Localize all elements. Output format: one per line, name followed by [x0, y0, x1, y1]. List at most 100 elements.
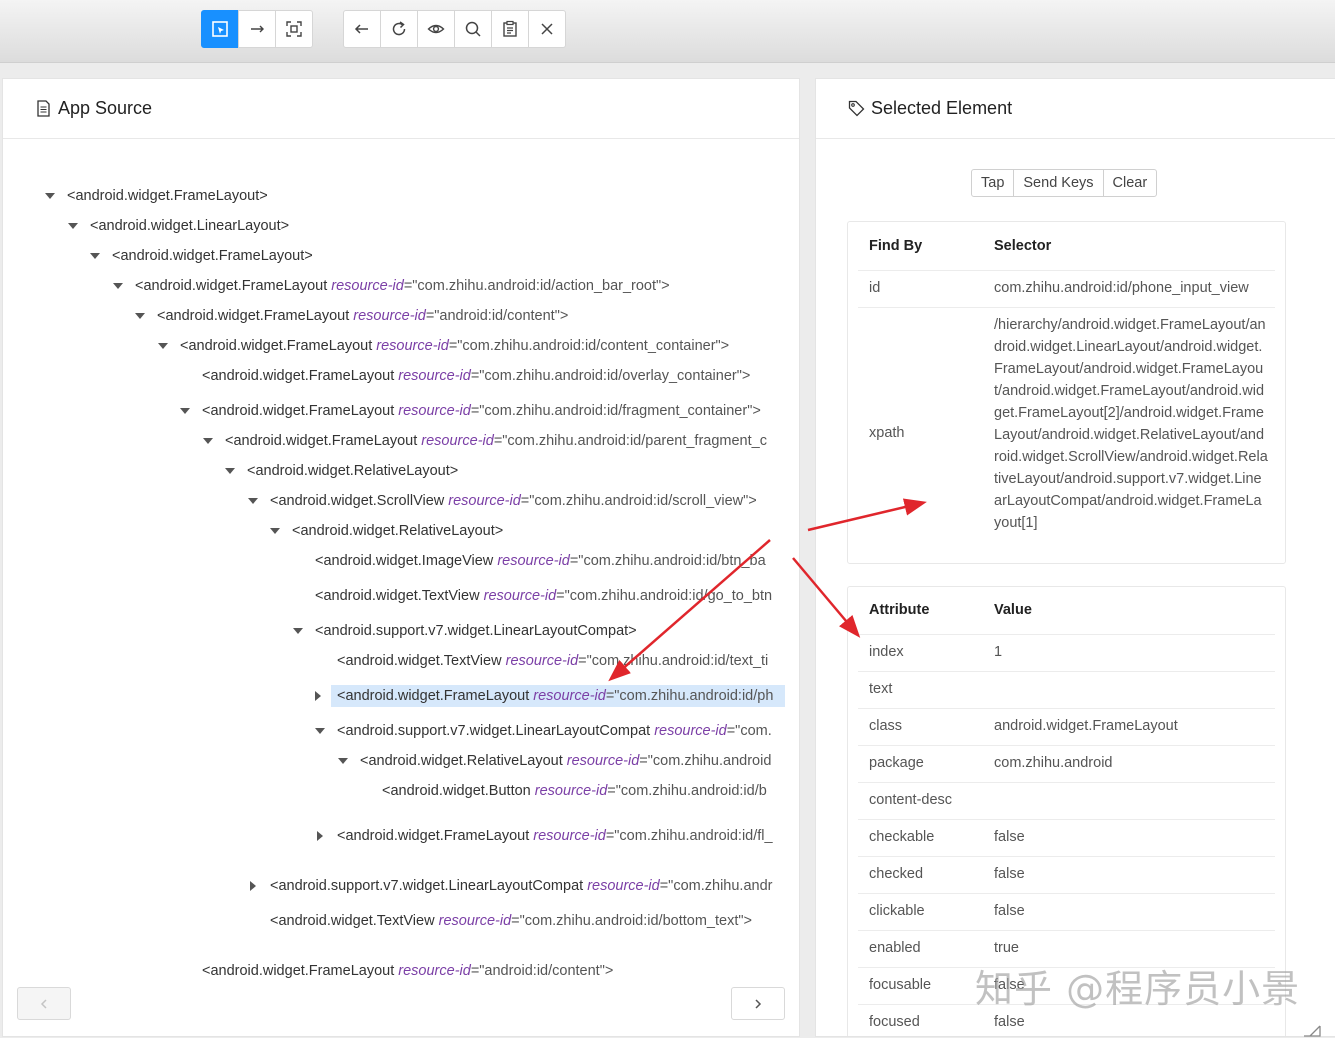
selector-row-xpath[interactable]: xpath /hierarchy/android.widget.FrameLay…	[858, 307, 1275, 557]
caret-down-icon[interactable]	[68, 215, 78, 237]
tree-node[interactable]: <android.widget.LinearLayout>	[68, 215, 290, 237]
copy-source-button[interactable]	[491, 10, 529, 48]
node-attr-name: resource-id	[566, 753, 640, 769]
node-tag: <android.widget.LinearLayout>	[90, 218, 290, 234]
tree-node[interactable]: <android.support.v7.widget.LinearLayoutC…	[315, 720, 772, 742]
clipboard-icon	[503, 20, 517, 37]
selector-row-id[interactable]: id com.zhihu.android:id/phone_input_view	[858, 270, 1275, 308]
caret-down-icon[interactable]	[135, 305, 145, 327]
quit-session-button[interactable]	[528, 10, 566, 48]
attribute-key: checkable	[869, 829, 935, 845]
close-icon	[541, 23, 553, 35]
node-tag: <android.widget.FrameLayout	[157, 308, 354, 324]
caret-right-icon[interactable]	[248, 875, 258, 897]
node-tag: <android.widget.FrameLayout	[202, 963, 399, 979]
node-tag: <android.widget.RelativeLayout>	[292, 523, 504, 539]
node-tag: <android.widget.TextView	[270, 913, 439, 929]
attribute-row-checked: checked false	[858, 856, 1275, 894]
attribute-key: text	[869, 681, 893, 697]
caret-down-icon[interactable]	[315, 720, 325, 742]
node-attr-value: ="com.zhihu.android:id/b	[607, 783, 767, 799]
tree-node[interactable]: <android.widget.FrameLayout resource-id=…	[158, 335, 730, 357]
node-attr-name: resource-id	[398, 963, 471, 979]
selector-value: com.zhihu.android:id/phone_input_view	[994, 280, 1249, 296]
caret-down-icon[interactable]	[225, 460, 235, 482]
tree-node[interactable]: <android.widget.FrameLayout resource-id=…	[180, 400, 761, 422]
tree-node[interactable]: <android.widget.TextView resource-id="co…	[270, 910, 752, 932]
chevron-right-icon	[755, 998, 762, 1009]
xpath-value: /hierarchy/android.widget.FrameLayout/an…	[994, 317, 1268, 531]
selected-element-title: Selected Element	[871, 98, 1013, 118]
selector-key: xpath	[869, 425, 905, 441]
node-attr-name: resource-id	[421, 433, 494, 449]
attribute-key: enabled	[869, 940, 921, 956]
node-attr-name: resource-id	[448, 493, 521, 509]
caret-down-icon[interactable]	[90, 245, 100, 267]
tree-node[interactable]: <android.widget.FrameLayout resource-id=…	[317, 825, 773, 847]
swipe-button[interactable]	[238, 10, 276, 48]
tree-node[interactable]: <android.support.v7.widget.LinearLayoutC…	[293, 620, 637, 642]
attribute-key: focusable	[869, 977, 932, 993]
node-tag: <android.widget.FrameLayout	[337, 688, 534, 704]
tree-node-selected[interactable]: <android.widget.FrameLayout resource-id=…	[315, 685, 785, 707]
attribute-row-index: index 1	[858, 634, 1275, 672]
tree-node[interactable]: <android.widget.RelativeLayout resource-…	[338, 750, 771, 772]
tree-node[interactable]: <android.support.v7.widget.LinearLayoutC…	[250, 875, 772, 897]
tree-node[interactable]: <android.widget.RelativeLayout>	[270, 520, 504, 542]
node-tag: <android.widget.FrameLayout>	[67, 188, 268, 204]
tap-button[interactable]: Tap	[971, 169, 1015, 197]
back-button[interactable]	[343, 10, 381, 48]
tree-node[interactable]: <android.widget.FrameLayout resource-id=…	[202, 960, 613, 979]
attribute-key: focused	[869, 1014, 920, 1030]
node-tag: <android.widget.TextView	[337, 653, 506, 669]
tree-node[interactable]: <android.widget.TextView resource-id="co…	[337, 650, 768, 672]
tree-node[interactable]: <android.widget.ImageView resource-id="c…	[315, 550, 766, 572]
caret-down-icon[interactable]	[293, 620, 303, 642]
node-attr-name: resource-id	[533, 688, 606, 704]
attribute-value: false	[994, 903, 1025, 919]
tree-node[interactable]: <android.widget.Button resource-id="com.…	[382, 780, 767, 802]
tree-node[interactable]: <android.widget.FrameLayout>	[45, 185, 268, 207]
caret-down-icon[interactable]	[270, 520, 280, 542]
select-element-button[interactable]	[201, 10, 239, 48]
send-keys-button[interactable]: Send Keys	[1013, 169, 1104, 197]
tree-node[interactable]: <android.widget.TextView resource-id="co…	[315, 585, 772, 607]
caret-down-icon[interactable]	[338, 750, 348, 772]
attribute-table-header: Attribute Value	[858, 587, 1275, 635]
tree-node[interactable]: <android.widget.FrameLayout resource-id=…	[203, 430, 767, 452]
tree-node[interactable]: <android.widget.ScrollView resource-id="…	[248, 490, 757, 512]
selected-element-panel: Selected Element Tap Send Keys Clear Fin…	[815, 78, 1335, 1037]
attribute-key: checked	[869, 866, 924, 882]
caret-down-icon[interactable]	[248, 490, 258, 512]
tree-node[interactable]: <android.widget.FrameLayout resource-id=…	[202, 365, 750, 387]
refresh-button[interactable]	[380, 10, 418, 48]
eye-button[interactable]	[417, 10, 455, 48]
caret-right-icon[interactable]	[315, 825, 325, 847]
tree-node[interactable]: <android.widget.RelativeLayout>	[225, 460, 458, 482]
find-by-header: Find By	[869, 238, 923, 254]
tree-node[interactable]: <android.widget.FrameLayout>	[90, 245, 313, 267]
caret-right-icon[interactable]	[313, 685, 323, 707]
node-tag: <android.widget.FrameLayout	[202, 403, 399, 419]
tree-node[interactable]: <android.widget.FrameLayout resource-id=…	[135, 305, 568, 327]
caret-down-icon[interactable]	[113, 275, 123, 297]
tree-node[interactable]: <android.widget.FrameLayout resource-id=…	[113, 275, 670, 297]
chevron-left-icon	[40, 998, 47, 1009]
caret-down-icon[interactable]	[180, 400, 190, 422]
clear-button[interactable]: Clear	[1102, 169, 1158, 197]
attribute-row-text: text	[858, 671, 1275, 709]
search-button[interactable]	[454, 10, 492, 48]
caret-down-icon[interactable]	[203, 430, 213, 452]
node-attr-value: ="com.zhihu.android:id/content_container…	[448, 338, 730, 354]
screenshot-area-button[interactable]	[275, 10, 313, 48]
tag-icon	[848, 100, 865, 117]
caret-down-icon[interactable]	[158, 335, 168, 357]
attribute-value: false	[994, 829, 1025, 845]
caret-down-icon[interactable]	[45, 185, 55, 207]
prev-button[interactable]	[17, 987, 71, 1020]
next-button[interactable]	[731, 987, 785, 1020]
node-tag: <android.widget.FrameLayout	[202, 368, 399, 384]
attribute-value: com.zhihu.android	[994, 755, 1113, 771]
attribute-key: class	[869, 718, 903, 734]
node-attr-value: ="android:id/content">	[470, 963, 614, 979]
